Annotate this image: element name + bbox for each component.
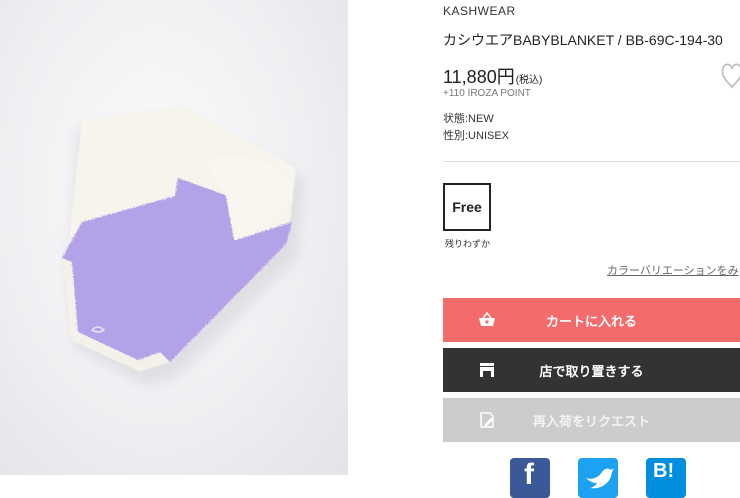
bird-icon [586,468,614,489]
gender-label: 性別:UNISEX [443,130,510,142]
store-reserve-label: 店で取り置きする [539,363,644,379]
size-option-free[interactable]: Free [443,183,491,231]
stock-note: 残りわずか [445,239,491,249]
store-icon [477,360,497,380]
points-label: +110 IROZA POINT [443,88,531,99]
condition-label: 状態:NEW [443,113,494,125]
color-variation-link[interactable]: カラーバリエーションをみ [607,262,739,278]
product-title: カシウエアBABYBLANKET / BB-69C-194-30 [443,32,723,48]
size-label: Free [452,199,482,215]
blanket-illustration [62,106,304,386]
divider [443,161,740,162]
restock-request-label: 再入荷をリクエスト [532,413,650,429]
store-reserve-button[interactable]: 店で取り置きする [443,348,740,392]
price-value: 11,880円 [443,67,515,87]
price: 11,880円(税込) [443,63,542,89]
hatena-bookmark-share-icon[interactable]: B! [646,458,686,498]
facebook-share-icon[interactable]: f [510,458,550,498]
add-to-cart-button[interactable]: カートに入れる [443,298,740,342]
favorite-heart-icon[interactable] [720,60,740,90]
basket-icon [477,310,497,330]
edit-icon [477,410,497,430]
add-to-cart-label: カートに入れる [545,313,637,329]
tax-note: (税込) [515,75,543,86]
brand-name[interactable]: KASHWEAR [443,4,516,18]
restock-request-button[interactable]: 再入荷をリクエスト [443,398,740,442]
twitter-share-icon[interactable] [578,458,618,498]
product-image[interactable] [0,0,348,475]
